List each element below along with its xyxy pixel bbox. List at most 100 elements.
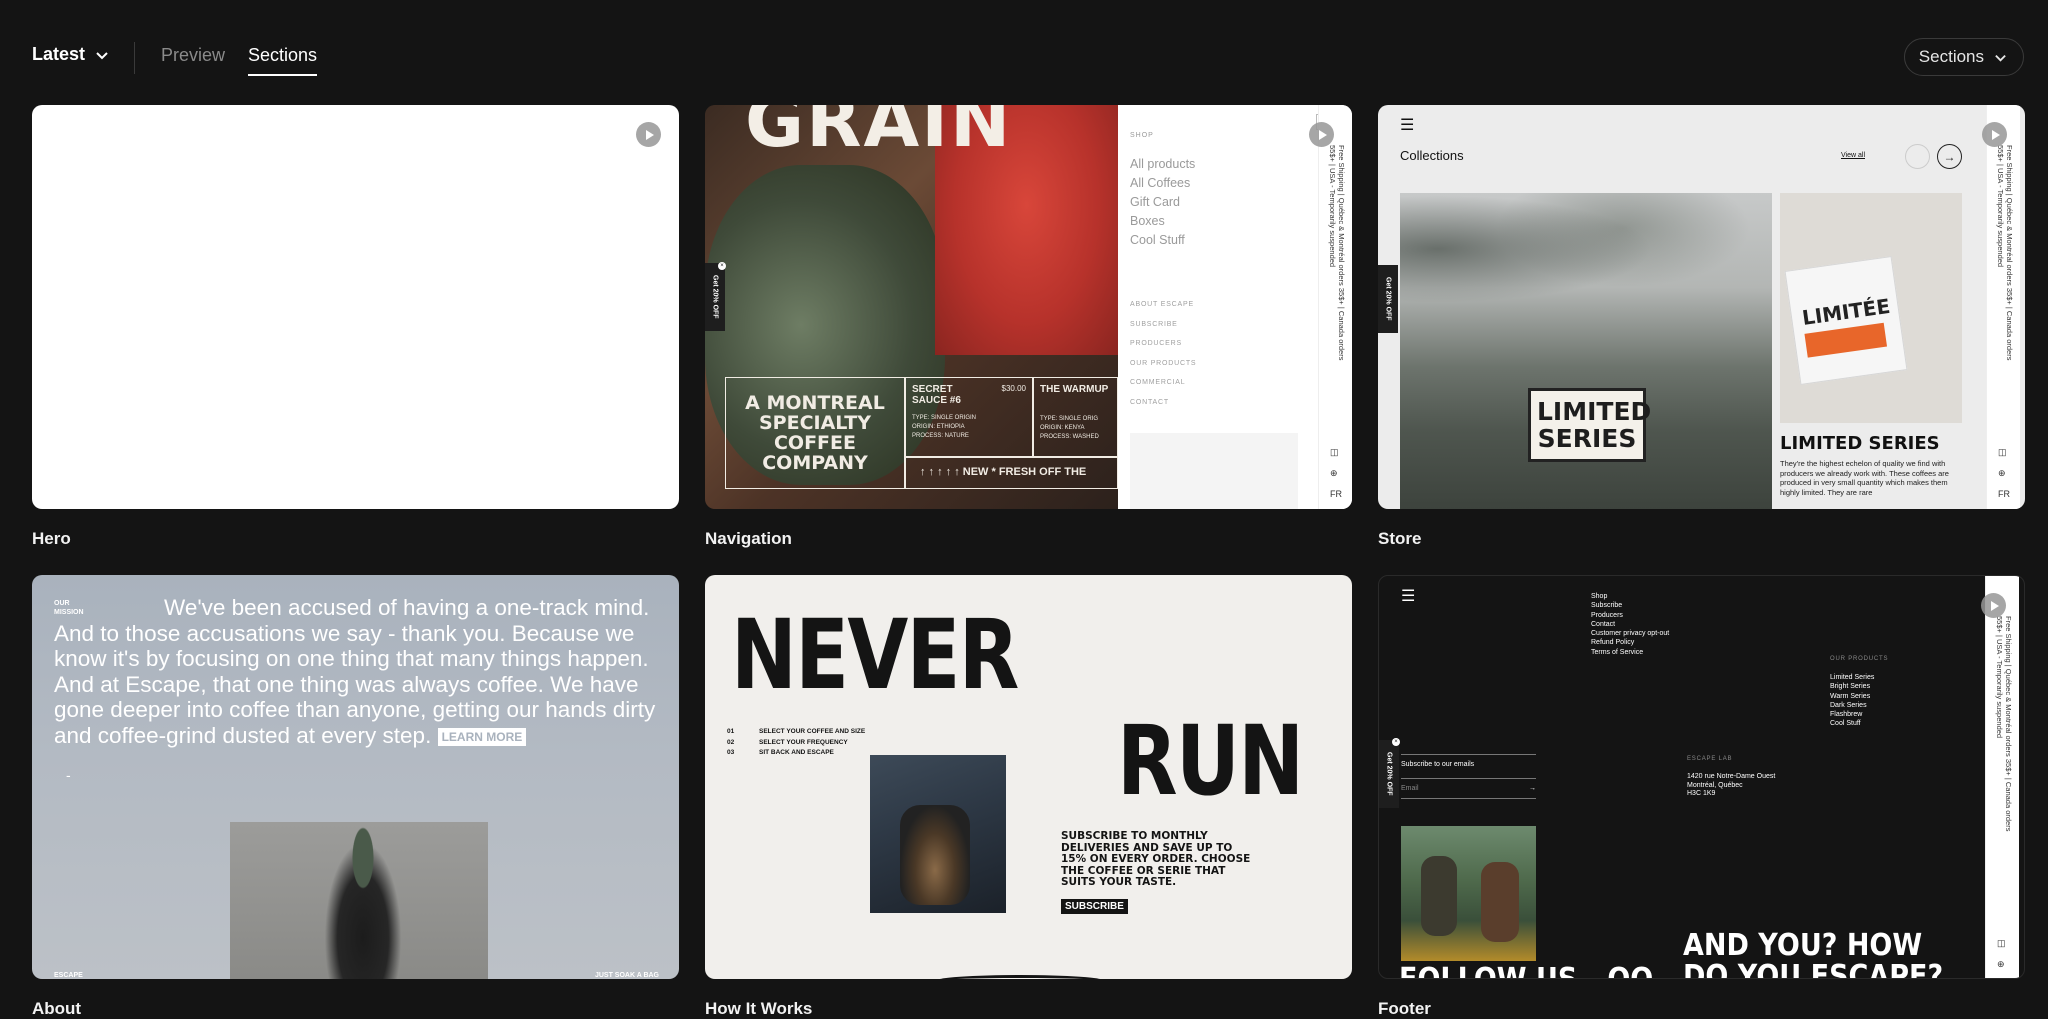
- footer-link[interactable]: Contact: [1591, 620, 1669, 629]
- rail-icons: ◫ ⊕ FR: [1998, 447, 2010, 499]
- menu-icon[interactable]: ☰: [1401, 586, 1415, 606]
- lab-heading: ESCAPE LAB: [1687, 756, 1733, 762]
- step-number: 01: [727, 728, 735, 735]
- globe-icon[interactable]: ⊕: [1998, 468, 2010, 479]
- arrow-right-icon[interactable]: →: [1529, 785, 1536, 792]
- product-title: LIMITED SERIES: [1780, 433, 1940, 454]
- menu-secondary-item[interactable]: PRODUCERS: [1130, 334, 1196, 354]
- tab-preview[interactable]: Preview: [161, 45, 225, 66]
- tab-sections[interactable]: Sections: [248, 45, 318, 76]
- shipping-text: Free Shipping | Québec & Montréal orders…: [1995, 616, 2013, 832]
- next-arrow-button[interactable]: →: [1937, 144, 1962, 169]
- view-all-link[interactable]: View all: [1841, 152, 1865, 159]
- newsletter-label: Subscribe to our emails: [1401, 754, 1536, 768]
- product-link[interactable]: Limited Series: [1830, 673, 1874, 682]
- menu-item[interactable]: All Coffees: [1130, 174, 1195, 193]
- menu-secondary-item[interactable]: COMMERCIAL: [1130, 373, 1196, 393]
- close-icon[interactable]: ×: [718, 262, 726, 270]
- product-link[interactable]: Dark Series: [1830, 701, 1874, 710]
- follow-heading: FOLLOW US - OO: [1399, 962, 1653, 978]
- product-link[interactable]: Cool Stuff: [1830, 719, 1874, 728]
- footer-big-heading: AND YOU? HOW DO YOU ESCAPE?: [1683, 928, 1944, 979]
- card-store[interactable]: ☰ Collections View all → LIMITED SERIES …: [1378, 105, 2025, 509]
- card-label-footer: Footer: [1378, 999, 1431, 1018]
- coffee-bag: LIMITÉE: [1784, 256, 1908, 385]
- close-icon[interactable]: ×: [1392, 738, 1400, 746]
- menu-secondary-item[interactable]: CONTACT: [1130, 393, 1196, 413]
- card-label-how-it-works: How It Works: [705, 999, 813, 1018]
- card-label-store: Store: [1378, 529, 1422, 548]
- footer-link[interactable]: Producers: [1591, 611, 1669, 620]
- product-description: They're the highest echelon of quality w…: [1780, 459, 1949, 497]
- coffee-pour-photo: [870, 755, 1006, 913]
- discount-side-tab[interactable]: Get 20% OFF: [705, 263, 725, 331]
- about-body: We've been accused of having a one-track…: [54, 595, 666, 748]
- footer-link[interactable]: Refund Policy: [1591, 638, 1669, 647]
- card-how-it-works[interactable]: NEVER 01 SELECT YOUR COFFEE AND SIZE 02 SE…: [705, 575, 1352, 979]
- badge-text: LIMITED SERIES: [1537, 397, 1652, 453]
- person-right: [1481, 862, 1519, 942]
- product-link[interactable]: Bright Series: [1830, 682, 1874, 691]
- menu-secondary-item[interactable]: OUR PRODUCTS: [1130, 354, 1196, 374]
- product2-name: THE WARMUP: [1040, 384, 1109, 395]
- rocks-image: LIMITED SERIES: [1400, 193, 1772, 509]
- footer-link[interactable]: Subscribe: [1591, 601, 1669, 610]
- step-text: SELECT YOUR FREQUENCY: [759, 738, 848, 746]
- shipping-rail: Free Shipping | Québec & Montréal orders…: [1986, 105, 2020, 509]
- globe-icon[interactable]: ⊕: [1997, 959, 2006, 970]
- card-hero[interactable]: [32, 105, 679, 509]
- menu-item[interactable]: Cool Stuff: [1130, 231, 1195, 250]
- menu-secondary-item[interactable]: SUBSCRIBE: [1130, 315, 1196, 335]
- play-icon[interactable]: [1981, 593, 2006, 618]
- about-dash: -: [66, 767, 71, 783]
- subscribe-button[interactable]: SUBSCRIBE: [1061, 899, 1128, 914]
- step-text: SIT BACK AND ESCAPE: [759, 749, 834, 756]
- prev-arrow-button[interactable]: [1905, 144, 1930, 169]
- navigation-menu-panel: SHOP All products All Coffees Gift Card …: [1118, 105, 1352, 509]
- tagline-box: A MONTREAL SPECIALTY COFFEE COMPANY: [725, 377, 905, 489]
- language-toggle[interactable]: FR: [1998, 489, 2010, 499]
- footer-links: Shop Subscribe Producers Contact Custome…: [1591, 592, 1669, 657]
- person-left: [1421, 856, 1457, 936]
- card-about[interactable]: OUR MISSION We've been accused of having…: [32, 575, 679, 979]
- chevron-down-icon: [1995, 54, 2006, 62]
- language-toggle[interactable]: FR: [1330, 489, 1342, 499]
- about-footer-left: ESCAPE: [54, 972, 83, 979]
- play-icon[interactable]: [1982, 122, 2007, 147]
- menu-secondary-list: ABOUT ESCAPE SUBSCRIBE PRODUCERS OUR PRO…: [1130, 295, 1196, 413]
- shipping-rail: Free Shipping | Québec & Montréal orders…: [1318, 105, 1352, 509]
- decorative-arc: [935, 975, 1105, 979]
- bag-icon[interactable]: ◫: [1330, 447, 1342, 458]
- footer-link[interactable]: Customer privacy opt-out: [1591, 629, 1669, 638]
- news-ticker: ↑ ↑ ↑ ↑ ↑ NEW * FRESH OFF THE: [905, 457, 1118, 489]
- footer-link[interactable]: Shop: [1591, 592, 1669, 601]
- play-icon[interactable]: [1309, 122, 1334, 147]
- bag-icon[interactable]: ◫: [1998, 447, 2010, 458]
- navigation-hero-photo: GRAIN A MONTREAL SPECIALTY COFFEE COMPAN…: [705, 105, 1118, 509]
- sections-dropdown[interactable]: Sections: [1903, 38, 2024, 76]
- menu-item[interactable]: All products: [1130, 155, 1195, 174]
- email-field[interactable]: Email →: [1401, 778, 1536, 799]
- menu-item[interactable]: Boxes: [1130, 212, 1195, 231]
- footer-link[interactable]: Terms of Service: [1591, 648, 1669, 657]
- menu-icon[interactable]: ☰: [1400, 115, 1414, 135]
- discount-side-tab[interactable]: Get 20% OFF: [1379, 740, 1399, 808]
- discount-side-tab[interactable]: Get 20% OFF: [1378, 265, 1398, 333]
- globe-icon[interactable]: ⊕: [1330, 468, 1342, 479]
- product1-name: SECRET SAUCE #6: [912, 384, 961, 406]
- card-navigation[interactable]: GRAIN A MONTREAL SPECIALTY COFFEE COMPAN…: [705, 105, 1352, 509]
- address-line: 1420 rue Notre-Dame Ouest: [1687, 773, 1776, 780]
- menu-promo-placeholder: [1130, 433, 1298, 509]
- product-link[interactable]: Flashbrew: [1830, 710, 1874, 719]
- person-photo: [230, 822, 488, 979]
- bag-icon[interactable]: ◫: [1997, 938, 2006, 949]
- latest-dropdown[interactable]: Latest: [32, 44, 109, 65]
- menu-item[interactable]: Gift Card: [1130, 193, 1195, 212]
- menu-secondary-item[interactable]: ABOUT ESCAPE: [1130, 295, 1196, 315]
- learn-more-button[interactable]: LEARN MORE: [437, 727, 527, 746]
- product-link[interactable]: Warm Series: [1830, 692, 1874, 701]
- product1-price: $30.00: [1001, 384, 1026, 393]
- play-icon[interactable]: [636, 122, 661, 147]
- product1-row: PROCESS: NATURE: [912, 433, 969, 439]
- card-footer[interactable]: ☰ Shop Subscribe Producers Contact Custo…: [1378, 575, 2025, 979]
